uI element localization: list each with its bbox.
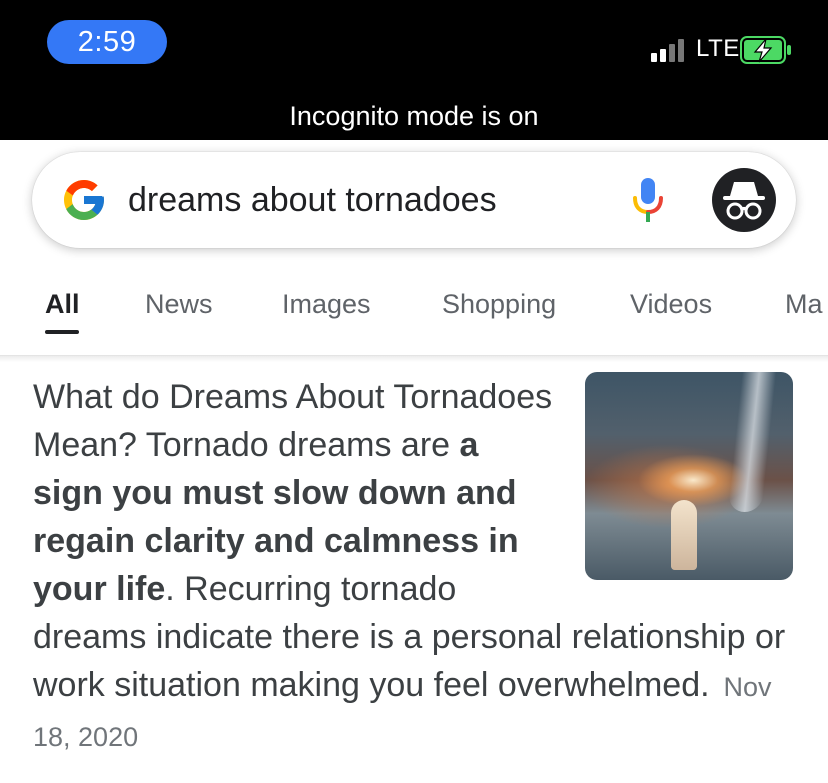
search-box[interactable]: dreams about tornadoes [32, 152, 796, 248]
mic-icon[interactable] [628, 176, 668, 226]
battery-charging-icon [740, 36, 791, 64]
tab-all[interactable]: All [45, 286, 80, 322]
search-tabs: All News Images Shopping Videos Ma [0, 268, 828, 356]
incognito-banner: Incognito mode is on [289, 101, 539, 131]
signal-strength-icon [651, 38, 691, 62]
result-thumbnail-wrapper[interactable] [585, 372, 793, 584]
status-bar: 2:59 LTE Incognito mode is on [0, 0, 828, 140]
tab-shopping[interactable]: Shopping [442, 286, 556, 322]
tab-news[interactable]: News [145, 286, 213, 322]
google-logo-icon [64, 180, 104, 220]
tornado-funnel [727, 372, 777, 512]
tab-maps[interactable]: Ma [785, 286, 823, 322]
incognito-button[interactable] [712, 168, 776, 232]
tab-videos[interactable]: Videos [630, 286, 712, 322]
tabs-shadow [0, 356, 828, 362]
tornado-image[interactable] [585, 372, 793, 580]
featured-snippet: What do Dreams About Tornadoes Mean? Tor… [33, 372, 793, 761]
incognito-icon [723, 182, 765, 220]
search-query[interactable]: dreams about tornadoes [128, 178, 497, 222]
figure-silhouette [671, 500, 697, 570]
active-tab-indicator [45, 330, 79, 334]
status-time[interactable]: 2:59 [47, 20, 167, 64]
tab-images[interactable]: Images [282, 286, 371, 322]
network-type: LTE [696, 35, 740, 62]
